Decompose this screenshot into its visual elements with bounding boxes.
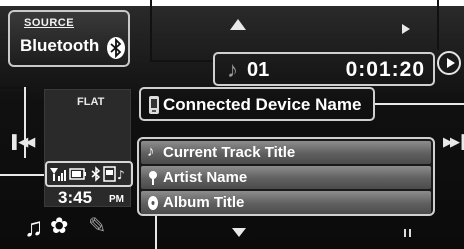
play-icon[interactable]	[402, 24, 410, 34]
music-note-icon: ♪	[227, 57, 238, 82]
callout-line	[155, 214, 157, 249]
clock-period: PM	[109, 194, 124, 205]
pen-icon[interactable]: ✎	[88, 213, 106, 239]
device-name: Connected Device Name	[163, 95, 362, 114]
callout-line	[150, 60, 214, 62]
svg-text:♪: ♪	[117, 168, 125, 182]
phone-icon	[149, 96, 159, 114]
disc-icon	[148, 196, 158, 210]
music-note-icon: ♪	[147, 143, 155, 160]
gear-icon[interactable]: ✿	[50, 213, 68, 239]
callout-line	[437, 0, 439, 50]
track-info-list: ♪ Current Track Title Artist Name Album …	[137, 137, 435, 216]
source-button[interactable]: SOURCE Bluetooth	[8, 10, 130, 67]
signal-icon	[50, 168, 66, 181]
album-row: Album Title	[141, 191, 431, 214]
eq-preset: FLAT	[77, 96, 105, 108]
track-title: Current Track Title	[163, 144, 296, 161]
bluetooth-small-icon	[91, 166, 101, 182]
track-number: 01	[247, 59, 270, 81]
source-label: SOURCE	[24, 17, 75, 29]
callout-line	[375, 103, 464, 105]
pause-button[interactable]	[404, 229, 411, 237]
battery-icon	[69, 168, 86, 180]
skip-next-button[interactable]: ▶▶▐	[443, 134, 464, 150]
status-indicators: ♪	[45, 161, 133, 187]
skip-previous-button[interactable]: ▌◀◀	[12, 134, 35, 150]
callout-line	[150, 0, 152, 60]
music-settings-icon[interactable]: ♫	[24, 212, 44, 243]
phone-music-icon: ♪	[103, 166, 125, 182]
device-name-display: Connected Device Name	[139, 87, 375, 121]
source-value: Bluetooth	[20, 36, 100, 55]
artist-name: Artist Name	[163, 169, 248, 186]
person-icon	[149, 171, 157, 185]
track-title-row: ♪ Current Track Title	[141, 141, 431, 164]
track-time-display: ♪ 01 0:01:20	[213, 52, 435, 86]
callout-line	[0, 174, 46, 176]
up-arrow-button[interactable]	[230, 19, 246, 30]
artist-row: Artist Name	[141, 166, 431, 189]
clock-time: 3:45	[58, 188, 93, 207]
down-arrow-button[interactable]	[232, 228, 246, 237]
album-title: Album Title	[163, 194, 245, 211]
play-button[interactable]	[437, 51, 461, 75]
callout-line	[0, 87, 24, 89]
elapsed-time: 0:01:20	[345, 58, 425, 81]
bluetooth-icon	[107, 37, 125, 59]
